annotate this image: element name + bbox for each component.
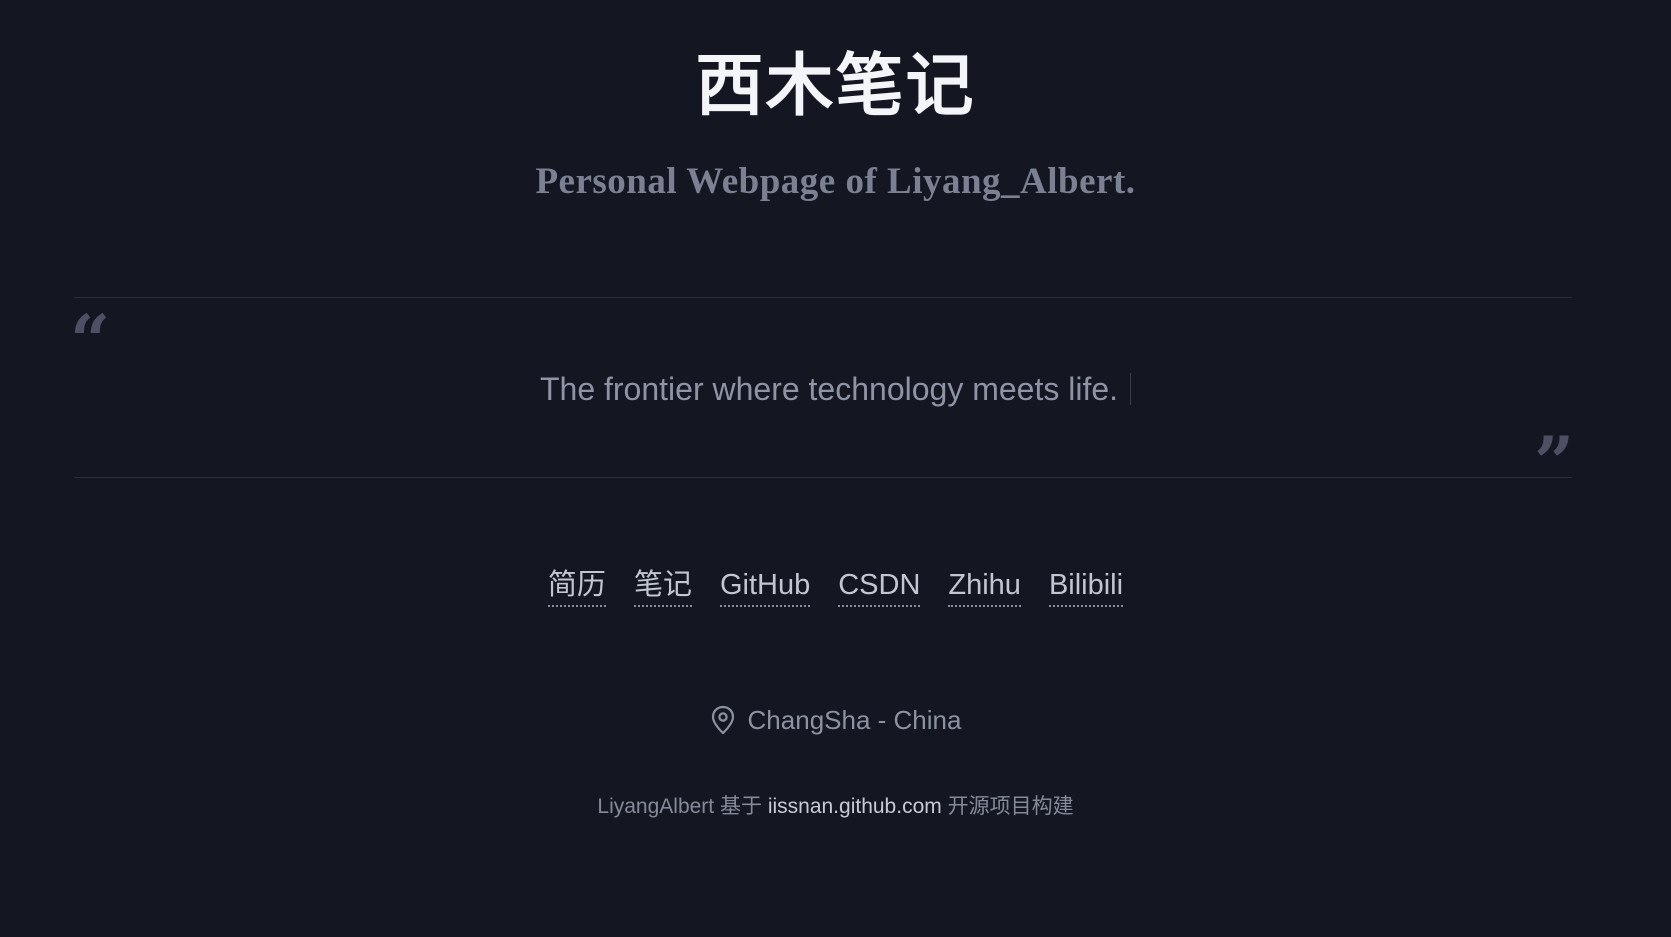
footer-suffix: 开源项目构建 <box>941 795 1074 818</box>
nav-link-github[interactable]: GitHub <box>719 566 811 607</box>
page: 西木笔记 Personal Webpage of Liyang_Albert. … <box>0 0 1671 937</box>
location: ChangSha - China <box>0 702 1671 738</box>
nav-link-resume[interactable]: 简历 <box>547 566 606 607</box>
nav-link-notes[interactable]: 笔记 <box>633 566 692 607</box>
open-quote-icon: “ <box>70 299 111 382</box>
close-quote-icon: ” <box>1534 421 1575 504</box>
footer-based-on: 基于 <box>714 795 768 818</box>
nav-link-bilibili[interactable]: Bilibili <box>1048 566 1124 607</box>
nav-link-csdn[interactable]: CSDN <box>838 566 921 607</box>
map-pin-icon <box>711 705 734 735</box>
quote-divider-top <box>74 297 1572 298</box>
location-text: ChangSha - China <box>747 705 962 735</box>
typing-cursor <box>1130 373 1132 405</box>
quote-divider-bottom <box>74 477 1572 478</box>
footer-theme-link[interactable]: iissnan.github.com <box>768 795 942 818</box>
footer-author: LiyangAlbert <box>597 795 715 818</box>
nav-link-zhihu[interactable]: Zhihu <box>948 566 1021 607</box>
site-subtitle: Personal Webpage of Liyang_Albert. <box>535 161 1136 202</box>
footer: LiyangAlbert 基于 iissnan.github.com 开源项目构… <box>0 792 1671 822</box>
motto-text: The frontier where technology meets life… <box>539 371 1119 407</box>
site-title: 西木笔记 <box>695 46 976 126</box>
social-nav: 简历 笔记 GitHub CSDN Zhihu Bilibili <box>0 566 1671 607</box>
motto-quote: The frontier where technology meets life… <box>0 368 1671 410</box>
